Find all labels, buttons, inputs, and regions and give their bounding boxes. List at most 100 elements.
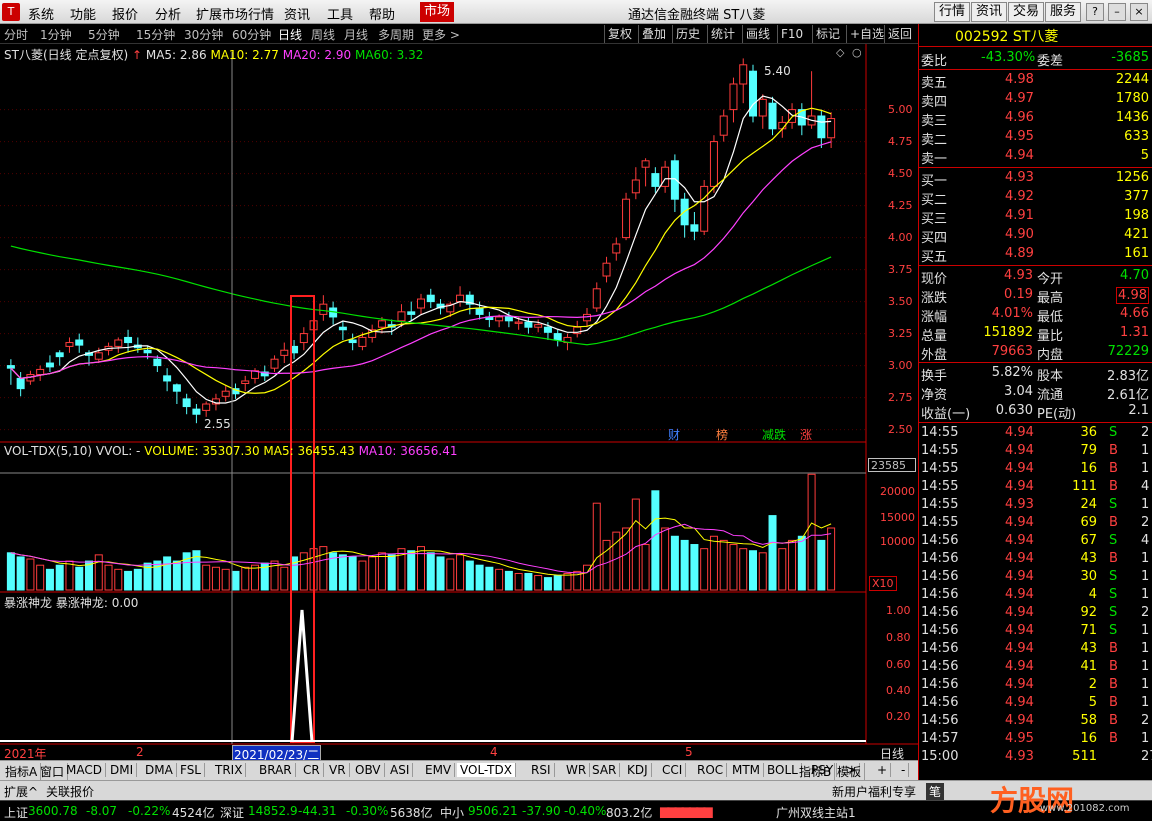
sell-label: 卖一: [921, 152, 948, 167]
tick-tab[interactable]: 笔: [926, 783, 945, 800]
chart-svg[interactable]: [0, 44, 918, 760]
candle-body: [45, 362, 54, 368]
marker-rank[interactable]: 榜: [716, 426, 728, 443]
quote-button[interactable]: 行情: [934, 2, 971, 22]
indicator-tab[interactable]: SAR: [589, 763, 621, 777]
sh-label: 上证: [4, 806, 29, 820]
indicator-tab[interactable]: MTM: [729, 763, 765, 777]
close-icon[interactable]: ×: [1130, 3, 1148, 21]
indicator-tab[interactable]: 指标A: [2, 763, 42, 780]
promo-link[interactable]: 新用户福利专享: [832, 783, 916, 800]
indicator-tab[interactable]: BRAR: [256, 763, 296, 777]
tool-mark[interactable]: 标记: [812, 25, 843, 43]
volume-bar: [75, 566, 84, 591]
server-label[interactable]: 广州双线主站1: [776, 804, 856, 821]
tab-more[interactable]: 更多 >: [422, 26, 460, 43]
indicator-tab[interactable]: VR: [326, 763, 350, 777]
menu-quote[interactable]: 报价: [112, 4, 138, 23]
indicator-tab[interactable]: RSI: [528, 763, 555, 777]
linked-quote[interactable]: 关联报价: [46, 783, 94, 800]
menu-help[interactable]: 帮助: [369, 4, 395, 23]
candle-body: [358, 336, 367, 347]
indicator-right-tab[interactable]: -: [898, 763, 910, 777]
news-button[interactable]: 资讯: [971, 2, 1008, 22]
indicator-tab[interactable]: OBV: [352, 763, 385, 777]
tool-overlay[interactable]: 叠加: [638, 25, 669, 43]
tick-row: 14:56 4.94 43 B 1: [919, 550, 1152, 568]
tool-add-watch[interactable]: +自选: [846, 25, 887, 43]
ext-toggle[interactable]: 扩展^: [4, 783, 38, 800]
menu-tools[interactable]: 工具: [327, 4, 353, 23]
menu-ext-market[interactable]: 扩展市场行情: [196, 4, 274, 23]
indicator-tab[interactable]: MACD: [63, 763, 106, 777]
tab-1min[interactable]: 1分钟: [40, 26, 72, 43]
menu-news[interactable]: 资讯: [284, 4, 310, 23]
tool-history[interactable]: 历史: [672, 25, 703, 43]
indicator-tab[interactable]: VOL-TDX: [457, 763, 516, 777]
tick-side: B: [1109, 443, 1118, 458]
tab-60min[interactable]: 60分钟: [232, 26, 271, 43]
tab-15min[interactable]: 15分钟: [136, 26, 175, 43]
indicator-tab[interactable]: TRIX: [212, 763, 247, 777]
indicator-tab[interactable]: WR: [563, 763, 591, 777]
volume-bar: [358, 560, 367, 591]
indicator-tab[interactable]: DMI: [107, 763, 138, 777]
indicator-tab[interactable]: EMV: [422, 763, 456, 777]
indicator-tab[interactable]: KDJ: [624, 763, 652, 777]
diamond-icon[interactable]: ◇: [836, 46, 844, 59]
tool-f10[interactable]: F10: [777, 25, 806, 43]
candle-body: [241, 380, 250, 385]
stat-value: 3.04: [1004, 384, 1033, 399]
tool-adjust[interactable]: 复权: [604, 25, 635, 43]
help-icon[interactable]: ?: [1086, 3, 1104, 21]
tool-back[interactable]: 返回: [884, 25, 915, 43]
ma20-line: [10, 141, 832, 380]
indicator-right-tab[interactable]: 指标B: [796, 763, 836, 780]
menu-analysis[interactable]: 分析: [155, 4, 181, 23]
service-button[interactable]: 服务: [1045, 2, 1082, 22]
volume-bar: [211, 566, 220, 591]
tab-weekly[interactable]: 周线: [311, 26, 335, 43]
tab-daily[interactable]: 日线: [278, 26, 302, 43]
stat-label-2: 流通: [1037, 388, 1064, 403]
tick-volume: 69: [1080, 515, 1097, 530]
minimize-icon[interactable]: –: [1108, 3, 1126, 21]
tab-timeline[interactable]: 分时: [4, 26, 28, 43]
tab-monthly[interactable]: 月线: [344, 26, 368, 43]
tick-volume: 511: [1072, 749, 1097, 764]
candle-body: [114, 339, 123, 347]
candle-body: [36, 368, 45, 376]
indicator-right-tab[interactable]: +: [874, 763, 892, 777]
indicator-tab[interactable]: ASI: [387, 763, 414, 777]
indicator-tab[interactable]: CR: [300, 763, 324, 777]
volume-bar: [817, 539, 826, 591]
chart-area[interactable]: ST八菱(日线 定点复权) ↑ MA5: 2.86 MA10: 2.77 MA2…: [0, 44, 918, 764]
marker-finance[interactable]: 财: [668, 426, 680, 443]
tab-30min[interactable]: 30分钟: [184, 26, 223, 43]
tick-volume: 43: [1080, 641, 1097, 656]
volume-bar: [768, 515, 777, 591]
indicator-tab[interactable]: FSL: [177, 763, 205, 777]
tab-5min[interactable]: 5分钟: [88, 26, 120, 43]
menu-system[interactable]: 系统: [28, 4, 54, 23]
indicator-tab[interactable]: DMA: [142, 763, 177, 777]
indicator-tab[interactable]: ROC: [694, 763, 728, 777]
tick-price: 4.94: [1005, 659, 1034, 674]
menu-function[interactable]: 功能: [70, 4, 96, 23]
tick-price: 4.94: [1005, 461, 1034, 476]
tool-stats[interactable]: 统计: [707, 25, 738, 43]
indicator-right-tab[interactable]: 模板: [834, 763, 866, 780]
tool-draw[interactable]: 画线: [742, 25, 773, 43]
candle-body: [65, 342, 74, 347]
tab-multi-period[interactable]: 多周期: [378, 26, 414, 43]
tick-time: 14:56: [921, 587, 959, 602]
circle-icon[interactable]: ○: [852, 46, 862, 59]
tick-side: B: [1109, 479, 1118, 494]
market-button[interactable]: 市场: [420, 2, 454, 22]
trade-button[interactable]: 交易: [1008, 2, 1045, 22]
marker-rise[interactable]: 涨: [800, 426, 812, 443]
candle-body: [417, 298, 425, 309]
indicator-tab[interactable]: CCI: [659, 763, 687, 777]
marker-reduce[interactable]: 减跌: [762, 426, 786, 443]
volume-bar: [202, 564, 211, 591]
